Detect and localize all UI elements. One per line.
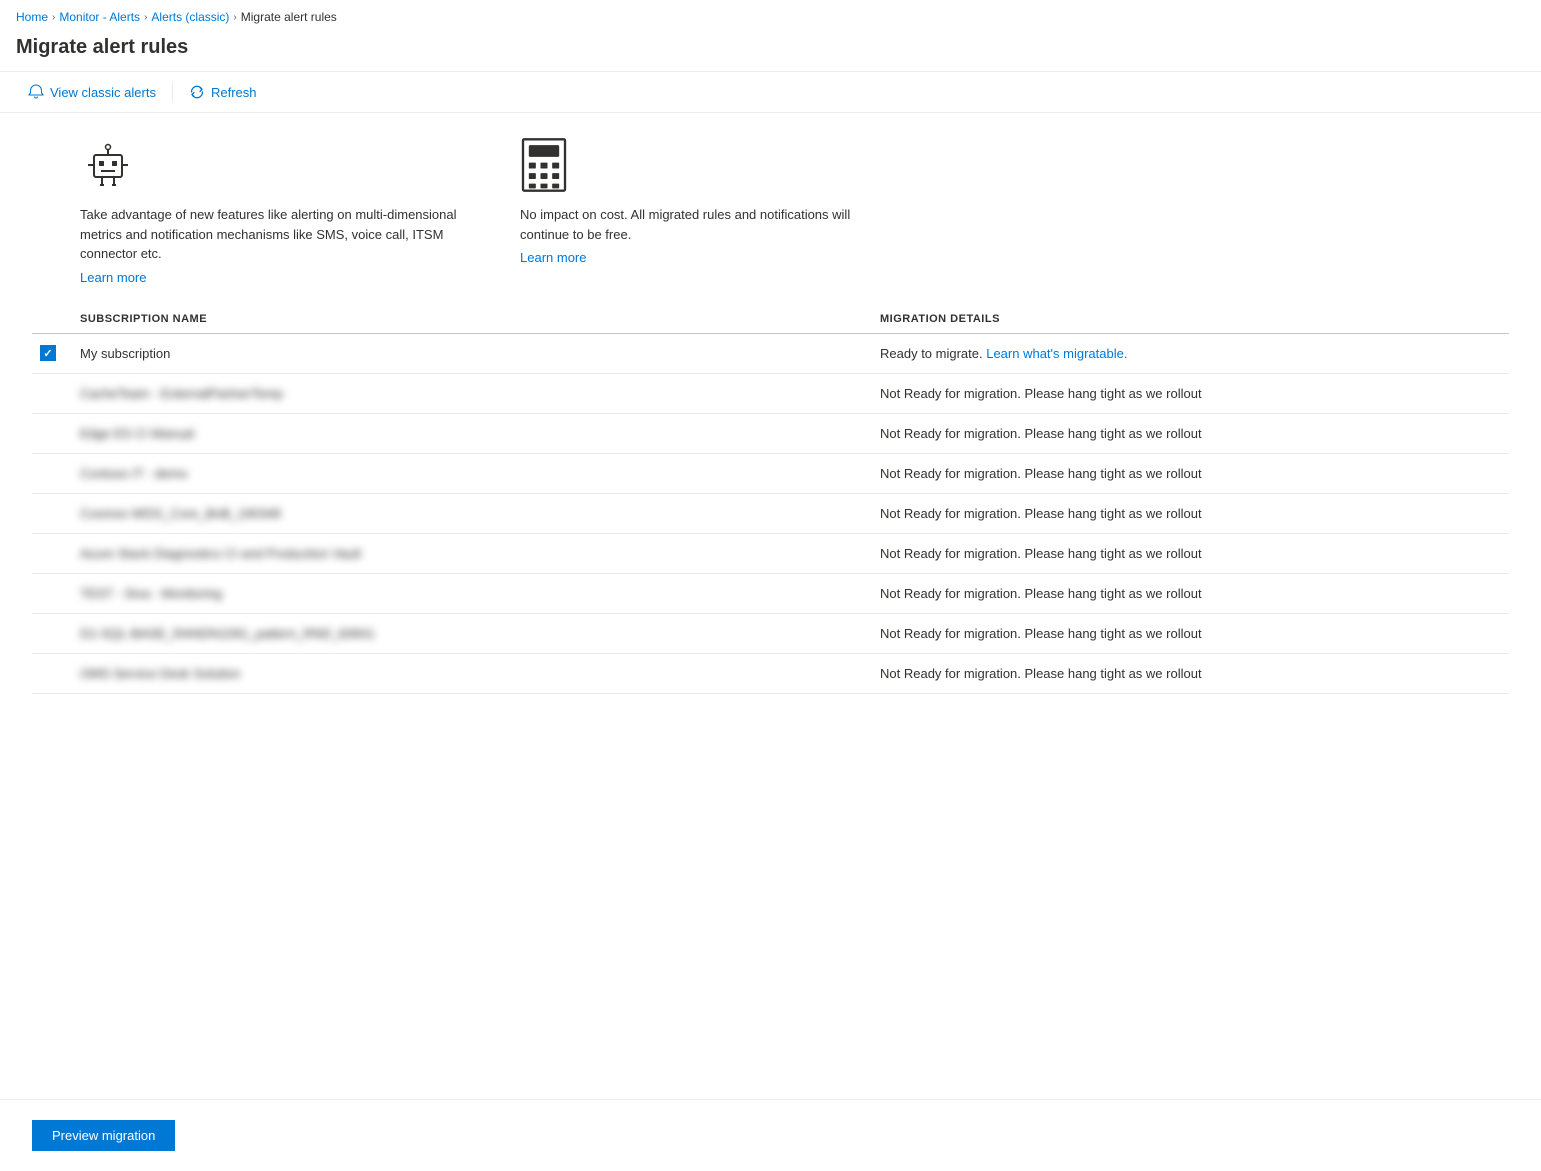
col-details-header: MIGRATION DETAILS xyxy=(880,313,1509,325)
robot-icon xyxy=(80,137,136,193)
view-classic-alerts-button[interactable]: View classic alerts xyxy=(16,78,168,106)
breadcrumb-sep-1: › xyxy=(52,12,55,23)
not-ready-text: Not Ready for migration. Please hang tig… xyxy=(880,386,1202,401)
info-card-right: No impact on cost. All migrated rules an… xyxy=(520,137,900,285)
info-cards-section: Take advantage of new features like aler… xyxy=(0,113,1541,305)
migration-details: Not Ready for migration. Please hang tig… xyxy=(880,666,1509,681)
checkbox-checked[interactable] xyxy=(40,345,56,361)
table-row: CacheTeam - ExternalPartnerTempNot Ready… xyxy=(32,374,1509,414)
info-card-right-description: No impact on cost. All migrated rules an… xyxy=(520,205,900,244)
not-ready-text: Not Ready for migration. Please hang tig… xyxy=(880,586,1202,601)
migration-details: Not Ready for migration. Please hang tig… xyxy=(880,546,1509,561)
learn-whats-migratable-link[interactable]: Learn what's migratable. xyxy=(986,346,1127,361)
migration-details: Ready to migrate. Learn what's migratabl… xyxy=(880,346,1509,361)
table-row: My subscriptionReady to migrate. Learn w… xyxy=(32,334,1509,374)
view-classic-alerts-label: View classic alerts xyxy=(50,85,156,100)
breadcrumb-home[interactable]: Home xyxy=(16,10,48,24)
subscription-name: CacheTeam - ExternalPartnerTemp xyxy=(80,386,880,401)
subscription-name: D1-SQL-BASE_RANDN1091_pattern_RND_60841 xyxy=(80,626,880,641)
page-title: Migrate alert rules xyxy=(0,32,1541,71)
table-row: TEST - Siva - MonitoringNot Ready for mi… xyxy=(32,574,1509,614)
migration-details: Not Ready for migration. Please hang tig… xyxy=(880,426,1509,441)
table-row: OMS Service Desk SolutionNot Ready for m… xyxy=(32,654,1509,694)
migration-details: Not Ready for migration. Please hang tig… xyxy=(880,506,1509,521)
migration-details: Not Ready for migration. Please hang tig… xyxy=(880,626,1509,641)
subscription-name: My subscription xyxy=(80,346,880,361)
subscription-name: TEST - Siva - Monitoring xyxy=(80,586,880,601)
table-row: Edge ES CI ManualNot Ready for migration… xyxy=(32,414,1509,454)
toolbar: View classic alerts Refresh xyxy=(0,71,1541,113)
migration-details: Not Ready for migration. Please hang tig… xyxy=(880,466,1509,481)
subscription-name: Cosmos WDG_Core_BnB_190348 xyxy=(80,506,880,521)
table-row: Cosmos WDG_Core_BnB_190348Not Ready for … xyxy=(32,494,1509,534)
not-ready-text: Not Ready for migration. Please hang tig… xyxy=(880,546,1202,561)
refresh-icon xyxy=(189,84,205,100)
table-rows-container: My subscriptionReady to migrate. Learn w… xyxy=(32,334,1509,694)
info-card-left-description: Take advantage of new features like aler… xyxy=(80,205,460,264)
col-subscription-header: SUBSCRIPTION NAME xyxy=(80,313,880,325)
not-ready-text: Not Ready for migration. Please hang tig… xyxy=(880,626,1202,641)
breadcrumb-sep-3: › xyxy=(233,12,236,23)
table-header: SUBSCRIPTION NAME MIGRATION DETAILS xyxy=(32,305,1509,334)
not-ready-text: Not Ready for migration. Please hang tig… xyxy=(880,506,1202,521)
footer: Preview migration xyxy=(0,1099,1541,1171)
info-card-right-learn-more[interactable]: Learn more xyxy=(520,250,586,265)
refresh-label: Refresh xyxy=(211,85,257,100)
preview-migration-button[interactable]: Preview migration xyxy=(32,1120,175,1151)
not-ready-text: Not Ready for migration. Please hang tig… xyxy=(880,426,1202,441)
toolbar-divider xyxy=(172,82,173,102)
breadcrumb-sep-2: › xyxy=(144,12,147,23)
migration-details: Not Ready for migration. Please hang tig… xyxy=(880,586,1509,601)
calculator-icon xyxy=(520,137,568,193)
info-card-left: Take advantage of new features like aler… xyxy=(80,137,460,285)
ready-text: Ready to migrate. xyxy=(880,346,986,361)
subscription-name: Contoso IT - demo xyxy=(80,466,880,481)
subscriptions-table: SUBSCRIPTION NAME MIGRATION DETAILS My s… xyxy=(0,305,1541,694)
subscription-name: OMS Service Desk Solution xyxy=(80,666,880,681)
row-checkbox[interactable] xyxy=(32,345,80,361)
info-card-left-learn-more[interactable]: Learn more xyxy=(80,270,146,285)
not-ready-text: Not Ready for migration. Please hang tig… xyxy=(880,666,1202,681)
table-row: D1-SQL-BASE_RANDN1091_pattern_RND_60841N… xyxy=(32,614,1509,654)
bell-icon xyxy=(28,84,44,100)
breadcrumb-current: Migrate alert rules xyxy=(241,10,337,24)
not-ready-text: Not Ready for migration. Please hang tig… xyxy=(880,466,1202,481)
breadcrumb: Home › Monitor - Alerts › Alerts (classi… xyxy=(0,0,1541,32)
migration-details: Not Ready for migration. Please hang tig… xyxy=(880,386,1509,401)
subscription-name: Edge ES CI Manual xyxy=(80,426,880,441)
breadcrumb-monitor-alerts[interactable]: Monitor - Alerts xyxy=(59,10,140,24)
refresh-button[interactable]: Refresh xyxy=(177,78,269,106)
subscription-name: Azure Stack Diagnostics CI and Productio… xyxy=(80,546,880,561)
table-row: Contoso IT - demoNot Ready for migration… xyxy=(32,454,1509,494)
table-row: Azure Stack Diagnostics CI and Productio… xyxy=(32,534,1509,574)
breadcrumb-alerts-classic[interactable]: Alerts (classic) xyxy=(151,10,229,24)
